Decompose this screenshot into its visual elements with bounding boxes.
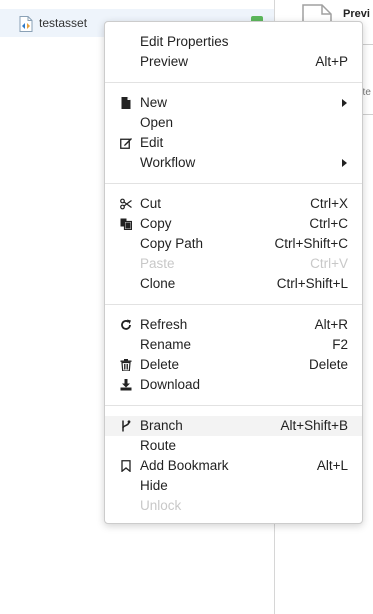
app-root: testasset Previ ote ote Edit Properties … (0, 0, 373, 614)
scissors-icon (120, 198, 132, 210)
menu-item-label: Copy Path (140, 236, 204, 251)
preview-card-title: Previ (343, 8, 370, 20)
menu-item-label: Delete (140, 357, 180, 372)
menu-item-copy-path[interactable]: Copy Path Ctrl+Shift+C (105, 234, 362, 254)
menu-item-label: Download (140, 377, 201, 392)
menu-item-label: New (140, 95, 168, 110)
branch-icon (122, 420, 131, 432)
menu-item-clone[interactable]: Clone Ctrl+Shift+L (105, 274, 362, 294)
menu-item-label: Open (140, 115, 174, 130)
edit-icon (120, 138, 132, 149)
menu-item-label: Unlock (140, 498, 182, 513)
menu-item-cut[interactable]: Cut Ctrl+X (105, 194, 362, 214)
menu-item-shortcut: Alt+P (315, 54, 348, 69)
menu-item-label: Branch (140, 418, 183, 433)
asset-file-icon (19, 16, 33, 32)
menu-item-label: Add Bookmark (140, 458, 229, 473)
menu-separator (105, 82, 362, 83)
context-menu: Edit Properties Preview Alt+P New Open E… (104, 21, 363, 524)
menu-item-rename[interactable]: Rename F2 (105, 335, 362, 355)
new-file-icon (121, 97, 131, 109)
menu-item-label: Refresh (140, 317, 188, 332)
menu-item-unlock: Unlock (105, 496, 362, 516)
menu-separator (105, 405, 362, 406)
submenu-arrow-icon (342, 159, 347, 167)
menu-item-refresh[interactable]: Refresh Alt+R (105, 315, 362, 335)
submenu-arrow-icon (342, 99, 347, 107)
menu-item-copy[interactable]: Copy Ctrl+C (105, 214, 362, 234)
refresh-icon (121, 319, 131, 330)
menu-item-shortcut: Ctrl+Shift+L (276, 276, 348, 291)
bookmark-icon (121, 460, 131, 472)
menu-item-workflow[interactable]: Workflow (105, 153, 362, 173)
menu-item-delete[interactable]: Delete Delete (105, 355, 362, 375)
menu-item-paste: Paste Ctrl+V (105, 254, 362, 274)
menu-item-shortcut: Ctrl+V (310, 256, 348, 271)
menu-item-shortcut: Alt+L (316, 458, 348, 473)
menu-item-new[interactable]: New (105, 93, 362, 113)
copy-icon (120, 218, 132, 230)
menu-item-label: Hide (140, 478, 168, 493)
menu-item-edit-properties[interactable]: Edit Properties (105, 32, 362, 52)
menu-item-route[interactable]: Route (105, 436, 362, 456)
menu-item-hide[interactable]: Hide (105, 476, 362, 496)
menu-item-shortcut: Ctrl+Shift+C (274, 236, 348, 251)
download-icon (120, 379, 132, 391)
menu-item-preview[interactable]: Preview Alt+P (105, 52, 362, 72)
menu-item-label: Copy (140, 216, 172, 231)
menu-item-label: Edit Properties (140, 34, 229, 49)
menu-item-label: Paste (140, 256, 175, 271)
menu-item-label: Clone (140, 276, 176, 291)
menu-item-shortcut: Ctrl+C (309, 216, 348, 231)
menu-item-label: Rename (140, 337, 192, 352)
menu-item-label: Workflow (140, 155, 196, 170)
menu-separator (105, 183, 362, 184)
menu-item-label: Edit (140, 135, 164, 150)
menu-item-label: Route (140, 438, 177, 453)
menu-item-edit[interactable]: Edit (105, 133, 362, 153)
menu-item-shortcut: Ctrl+X (310, 196, 348, 211)
menu-item-add-bookmark[interactable]: Add Bookmark Alt+L (105, 456, 362, 476)
menu-item-branch[interactable]: Branch Alt+Shift+B (105, 416, 362, 436)
menu-item-shortcut: Alt+R (314, 317, 348, 332)
menu-item-open[interactable]: Open (105, 113, 362, 133)
menu-item-shortcut: Delete (308, 357, 348, 372)
menu-item-download[interactable]: Download (105, 375, 362, 395)
asset-label[interactable]: testasset (39, 16, 87, 30)
trash-icon (120, 359, 132, 371)
menu-item-shortcut: F2 (332, 337, 348, 352)
menu-separator (105, 304, 362, 305)
menu-item-label: Cut (140, 196, 162, 211)
menu-item-shortcut: Alt+Shift+B (280, 418, 348, 433)
menu-item-label: Preview (140, 54, 189, 69)
